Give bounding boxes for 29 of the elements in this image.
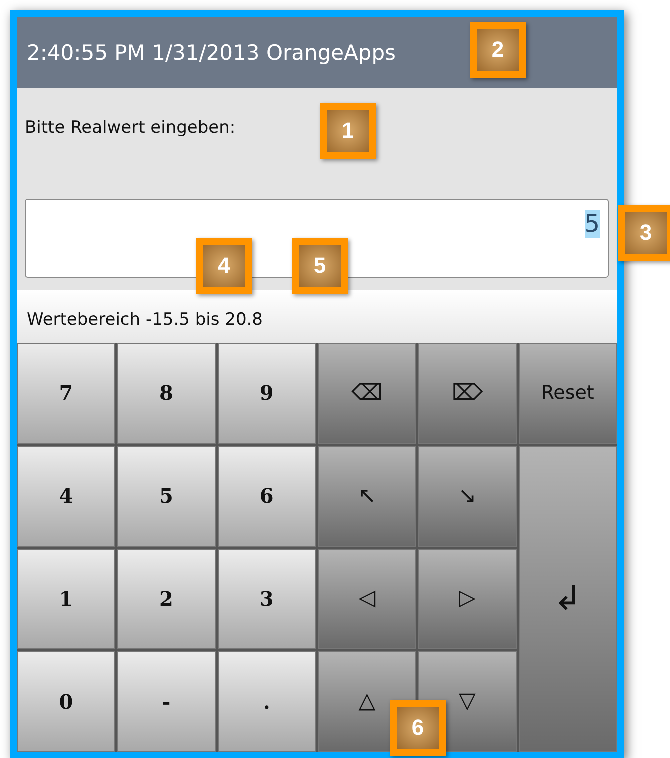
function-key-button[interactable]: ⌦ [418,343,517,444]
key-button[interactable]: 4 [17,446,116,546]
key-button[interactable]: 2 [117,548,216,650]
function-key-button[interactable]: Reset [518,343,617,444]
window-title: 2:40:55 PM 1/31/2013 OrangeApps [27,40,396,64]
key-button[interactable]: 0 [17,651,116,752]
callout-tooltip: 5 [292,238,348,294]
callout-tooltip: 2 [470,22,526,78]
callout-tooltip: 6 [390,700,446,756]
key-button[interactable]: 5 [117,446,216,546]
key-button[interactable]: . [218,651,316,752]
function-key-button[interactable]: ◁ [318,548,416,650]
key-button[interactable]: 8 [117,343,216,444]
enter-key-button[interactable]: ↲ [518,446,617,752]
function-key-button[interactable]: ↘ [418,446,517,546]
prompt-label: Bitte Realwert eingeben: [25,118,236,138]
callout-tooltip: 4 [196,238,252,294]
key-button[interactable]: 7 [17,343,116,444]
function-key-button[interactable]: ↖ [318,446,416,546]
key-button[interactable]: - [117,651,216,752]
range-label: Wertebereich -15.5 bis 20.8 [27,310,263,330]
key-button[interactable]: 1 [17,548,116,650]
callout-tooltip: 3 [618,205,670,261]
function-key-button[interactable]: ▷ [418,548,517,650]
key-button[interactable]: 9 [218,343,316,444]
callout-tooltip: 1 [320,103,376,159]
key-button[interactable]: 6 [218,446,316,546]
key-button[interactable]: 3 [218,548,316,650]
function-key-button[interactable]: ⌫ [318,343,416,444]
